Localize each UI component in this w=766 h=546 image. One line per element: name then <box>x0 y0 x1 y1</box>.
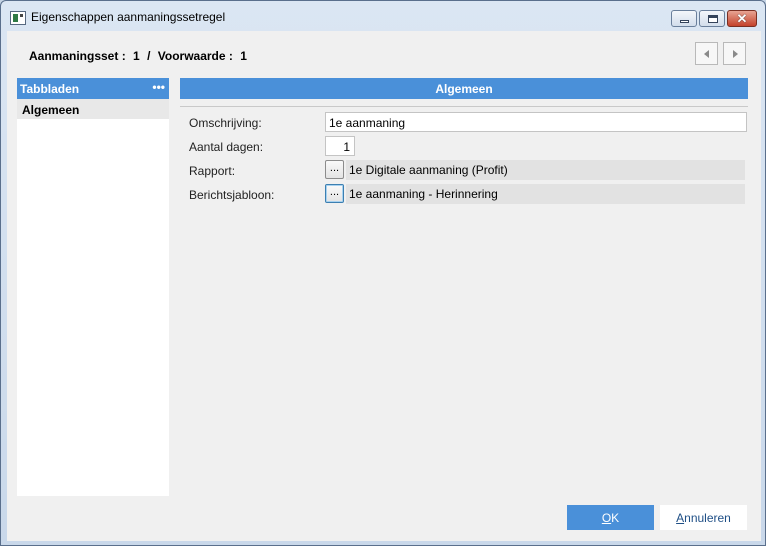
berichtsjabloon-value: 1e aanmaning - Herinnering <box>346 184 745 204</box>
tab-algemeen[interactable]: Algemeen <box>17 99 169 119</box>
section-title: Algemeen <box>180 78 748 99</box>
aantal-dagen-input[interactable]: 1 <box>325 136 355 156</box>
title-bar[interactable]: Eigenschappen aanmaningssetregel ✕ <box>1 1 765 31</box>
set-label: Aanmaningsset : <box>29 49 126 63</box>
app-icon <box>10 11 26 25</box>
content-panel: Algemeen Omschrijving: 1e aanmaning Aant… <box>180 78 748 204</box>
close-icon: ✕ <box>736 11 748 26</box>
rapport-lookup-button[interactable]: ... <box>325 160 344 179</box>
condition-value: 1 <box>240 49 247 63</box>
minimize-icon <box>680 20 689 23</box>
next-record-button[interactable] <box>723 42 746 65</box>
cancel-button[interactable]: Annuleren <box>660 505 747 530</box>
minimize-button[interactable] <box>671 10 697 27</box>
ok-label-rest: K <box>611 511 620 525</box>
maximize-button[interactable] <box>699 10 725 27</box>
close-button[interactable]: ✕ <box>727 10 757 27</box>
omschrijving-input[interactable]: 1e aanmaning <box>325 112 747 132</box>
previous-record-button[interactable] <box>695 42 718 65</box>
aantal-dagen-row: Aantal dagen: 1 <box>180 136 748 156</box>
omschrijving-label: Omschrijving: <box>189 116 262 130</box>
omschrijving-row: Omschrijving: 1e aanmaning <box>180 112 748 132</box>
cancel-mnemonic: A <box>676 511 685 525</box>
rapport-label: Rapport: <box>189 164 236 178</box>
condition-label: Voorwaarde : <box>157 49 233 63</box>
header-separator: / <box>147 49 151 63</box>
rapport-value: 1e Digitale aanmaning (Profit) <box>346 160 745 180</box>
divider <box>180 106 748 107</box>
tabs-panel-header: Tabbladen ••• <box>17 78 169 99</box>
dialog-window: Eigenschappen aanmaningssetregel ✕ Aanma… <box>0 0 766 546</box>
record-header: Aanmaningsset : 1 / Voorwaarde : 1 <box>29 49 251 63</box>
chevron-right-icon <box>733 50 738 58</box>
ok-button[interactable]: OK <box>567 505 654 530</box>
set-value: 1 <box>133 49 140 63</box>
berichtsjabloon-row: Berichtsjabloon: ... 1e aanmaning - Heri… <box>180 184 748 204</box>
berichtsjabloon-lookup-button[interactable]: ... <box>325 184 344 203</box>
ok-mnemonic: O <box>601 511 612 525</box>
tabs-panel-title: Tabbladen <box>20 82 80 96</box>
more-icon[interactable]: ••• <box>152 80 165 94</box>
dialog-body: Aanmaningsset : 1 / Voorwaarde : 1 Tabbl… <box>7 31 761 541</box>
window-title: Eigenschappen aanmaningssetregel <box>31 10 226 24</box>
chevron-left-icon <box>704 50 709 58</box>
maximize-icon <box>708 15 718 23</box>
rapport-row: Rapport: ... 1e Digitale aanmaning (Prof… <box>180 160 748 180</box>
cancel-label-rest: nnuleren <box>684 511 731 525</box>
tabs-panel: Tabbladen ••• Algemeen <box>17 78 169 496</box>
berichtsjabloon-label: Berichtsjabloon: <box>189 188 275 202</box>
aantal-dagen-label: Aantal dagen: <box>189 140 264 154</box>
